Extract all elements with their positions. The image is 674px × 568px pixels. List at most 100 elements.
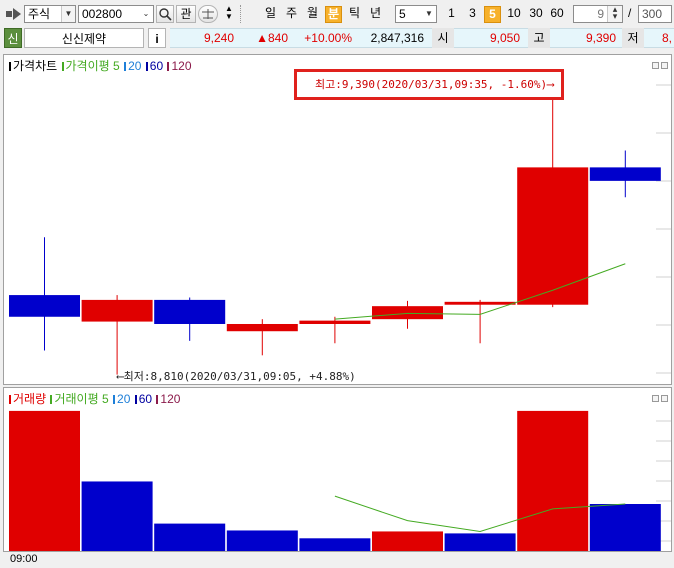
credit-badge: 신 <box>4 28 22 48</box>
series-marker <box>145 62 148 71</box>
interval-button-1[interactable]: 1 <box>443 6 460 23</box>
x-axis-label: 09:00 <box>10 553 38 565</box>
code-value: 002800 <box>82 7 123 21</box>
series-marker <box>167 62 170 71</box>
high-annotation: 최고:9,390(2020/03/31,09:35, -1.60%)⟶ <box>294 69 564 100</box>
price-legend: 가격차트 가격이평 5 20 60 120 <box>8 57 192 74</box>
close-icon[interactable] <box>661 62 668 69</box>
interval-button-5[interactable]: 5 <box>484 6 501 23</box>
stock-name[interactable]: 신신제약 <box>24 28 144 48</box>
quote-bar: 신 신신제약 i 9,240 ▲840 +10.00% 2,847,316 시 … <box>0 28 674 50</box>
current-price: 9,240 <box>203 31 234 45</box>
high-value: 9,390 <box>585 31 616 45</box>
count-spinner[interactable]: ▴ ▾ <box>607 5 622 22</box>
candle-body <box>372 306 443 320</box>
series-marker <box>50 395 53 404</box>
price-change: ▲840 <box>256 31 288 45</box>
tab-week[interactable]: 주 <box>283 6 300 23</box>
compare-button[interactable] <box>198 5 218 23</box>
change-percent: +10.00% <box>304 31 352 45</box>
minimize-icon[interactable] <box>652 395 659 402</box>
high-annotation-text: 최고:9,390(2020/03/31,09:35, -1.60%)⟶ <box>315 78 554 91</box>
search-icon <box>159 8 172 21</box>
legend-volume-chart[interactable]: 거래량 <box>13 392 46 406</box>
price-plot[interactable] <box>4 55 672 385</box>
series-marker <box>134 395 137 404</box>
info-button[interactable]: i <box>148 28 166 48</box>
minimize-icon[interactable] <box>652 62 659 69</box>
trade-volume: 2,847,316 <box>370 31 424 45</box>
candle-body <box>299 320 371 324</box>
series-marker <box>9 62 11 71</box>
interval-button-60[interactable]: 60 <box>547 6 567 23</box>
divider <box>240 5 242 23</box>
chevron-down-icon[interactable]: ▼ <box>422 6 436 22</box>
chevron-down-icon[interactable]: ⌄ <box>139 6 153 22</box>
volume-plot[interactable] <box>4 388 672 552</box>
watchlist-label: 관 <box>180 7 192 21</box>
panel-controls <box>650 58 668 72</box>
tab-tick[interactable]: 틱 <box>346 6 363 23</box>
tab-minute[interactable]: 분 <box>325 6 342 23</box>
legend-vma60[interactable]: 60 <box>139 392 152 406</box>
series-marker <box>113 395 116 404</box>
interval-button-30[interactable]: 30 <box>526 6 546 23</box>
interval-value: 5 <box>399 7 406 21</box>
legend-ma5[interactable]: 5 <box>113 59 120 73</box>
close-icon[interactable] <box>661 395 668 402</box>
volume-bar <box>226 530 298 551</box>
candle-body <box>226 323 298 332</box>
legend-ma120[interactable]: 120 <box>171 59 191 73</box>
balance-icon <box>202 9 214 19</box>
low-value: 8, <box>661 31 672 45</box>
volume-legend: 거래량 거래이평 5 20 60 120 <box>8 390 180 407</box>
tab-year[interactable]: 년 <box>367 6 384 23</box>
interval-select[interactable]: 5 ▼ <box>395 5 437 23</box>
count-separator: / <box>628 6 632 20</box>
legend-vma120[interactable]: 120 <box>160 392 180 406</box>
tab-day[interactable]: 일 <box>262 6 279 23</box>
series-marker <box>156 395 159 404</box>
volume-bar <box>154 523 226 551</box>
series-marker <box>9 395 11 404</box>
chevron-down-icon[interactable]: ▼ <box>222 13 236 21</box>
search-button[interactable] <box>156 5 174 23</box>
code-input[interactable]: 002800 ⌄ <box>78 5 154 23</box>
volume-bar <box>299 538 371 551</box>
volume-bar <box>444 533 516 551</box>
legend-price-chart[interactable]: 가격차트 <box>13 59 57 73</box>
candle-body <box>589 167 661 181</box>
legend-vma5[interactable]: 5 <box>102 392 109 406</box>
interval-button-10[interactable]: 10 <box>504 6 524 23</box>
candle-body <box>9 295 80 317</box>
count-input[interactable]: 9 ▴ ▾ <box>573 5 623 23</box>
legend-ma60[interactable]: 60 <box>150 59 163 73</box>
open-label: 시 <box>432 28 454 48</box>
volume-bar <box>589 504 661 551</box>
legend-volume-ma[interactable]: 거래이평 <box>54 392 98 406</box>
price-chart-panel[interactable]: 가격차트 가격이평 5 20 60 120 최고:9,390(2020/03/3… <box>3 54 672 385</box>
pin-icon[interactable] <box>4 5 24 23</box>
interval-button-3[interactable]: 3 <box>464 6 481 23</box>
tab-month[interactable]: 월 <box>304 6 321 23</box>
volume-chart-panel[interactable]: 거래량 거래이평 5 20 60 120 <box>3 387 672 552</box>
candle-body <box>517 167 589 305</box>
series-marker <box>61 62 64 71</box>
candle-body <box>81 299 153 322</box>
panel-controls <box>650 391 668 405</box>
low-label: 저 <box>622 28 644 48</box>
chevron-down-icon[interactable]: ▼ <box>61 6 75 22</box>
watchlist-button[interactable]: 관 <box>176 5 196 23</box>
count-value: 9 <box>597 7 604 21</box>
volume-bar <box>517 410 589 551</box>
series-marker <box>124 62 127 71</box>
legend-ma20[interactable]: 20 <box>128 59 141 73</box>
legend-price-ma[interactable]: 가격이평 <box>66 59 110 73</box>
market-type-label: 주식 <box>28 7 51 21</box>
market-type-select[interactable]: 주식 ▼ <box>24 5 76 23</box>
high-label: 고 <box>528 28 550 48</box>
legend-vma20[interactable]: 20 <box>117 392 130 406</box>
volume-bar <box>9 410 80 551</box>
spin-buttons[interactable]: ▲ ▼ <box>222 5 236 23</box>
volume-bar <box>81 481 153 551</box>
